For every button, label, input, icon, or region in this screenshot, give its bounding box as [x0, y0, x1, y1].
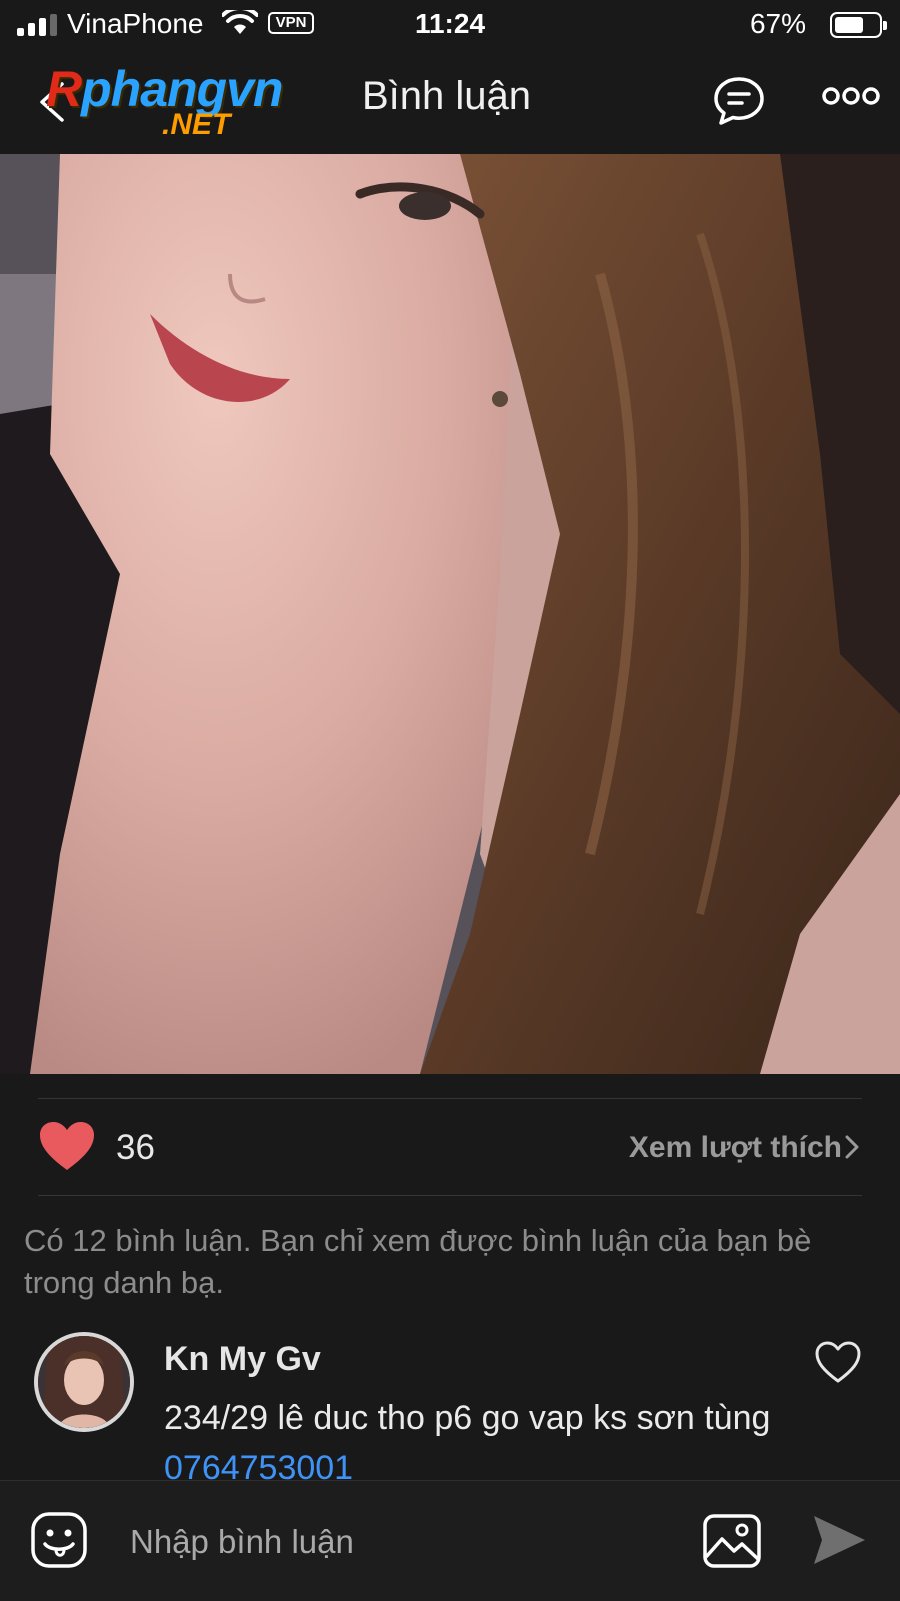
comment-like-heart-icon[interactable] — [814, 1340, 862, 1384]
comment-input[interactable] — [128, 1511, 672, 1573]
photo-illustration — [0, 154, 900, 1074]
page-title: Bình luận — [362, 74, 532, 118]
divider — [38, 1098, 862, 1099]
emoji-icon[interactable] — [30, 1511, 88, 1569]
battery-icon — [830, 12, 887, 38]
site-logo: Rphangvn .NET — [46, 60, 316, 144]
like-heart-icon[interactable] — [38, 1120, 96, 1172]
nav-bar: Rphangvn .NET Bình luận — [0, 50, 900, 154]
comment-text: 234/29 lê duc tho p6 go vap ks sơn tùng … — [164, 1393, 824, 1481]
comments-notice: Có 12 bình luận. Bạn chỉ xem được bình l… — [24, 1223, 812, 1300]
phone-link[interactable]: 0764753001 — [164, 1449, 353, 1481]
view-likes-link[interactable]: Xem lượt thích — [629, 1131, 842, 1165]
image-icon[interactable] — [702, 1513, 762, 1569]
logo-sub-text: .NET — [162, 108, 231, 141]
comment-body: 234/29 lê duc tho p6 go vap ks sơn tùng — [164, 1399, 771, 1437]
avatar-image — [38, 1336, 130, 1428]
chevron-right-icon[interactable] — [844, 1134, 860, 1160]
divider — [38, 1195, 862, 1196]
like-count: 36 — [116, 1128, 155, 1167]
battery-fill — [835, 17, 863, 33]
status-bar: VinaPhone VPN 11:24 67% — [0, 0, 900, 50]
chat-icon[interactable] — [712, 75, 766, 127]
post-photo[interactable] — [0, 154, 900, 1074]
comment-author[interactable]: Kn My Gv — [164, 1340, 321, 1379]
send-icon[interactable] — [810, 1513, 868, 1567]
more-icon[interactable] — [822, 84, 880, 108]
battery-percent: 67% — [749, 8, 806, 39]
comment-input-bar — [0, 1480, 900, 1601]
avatar[interactable] — [34, 1332, 134, 1432]
